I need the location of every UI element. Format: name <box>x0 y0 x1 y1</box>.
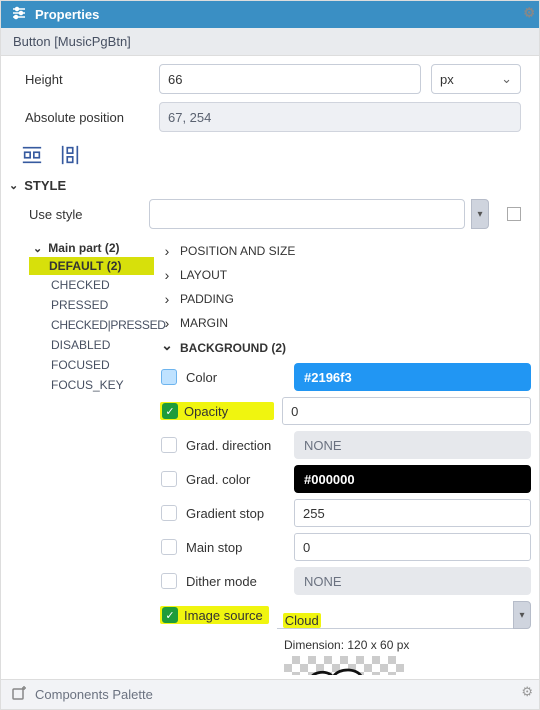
align-distribute-horizontal-icon[interactable] <box>19 142 45 168</box>
bg-grad-direction-value[interactable]: NONE <box>294 431 531 459</box>
height-unit-value: px <box>440 72 454 87</box>
image-preview <box>284 656 404 675</box>
chevron-right-icon <box>160 243 174 259</box>
bg-gradient-stop-checkbox[interactable] <box>161 505 177 521</box>
tree-default[interactable]: DEFAULT (2) <box>29 257 154 275</box>
bg-image-source-checkbox[interactable]: ✓ <box>162 607 178 623</box>
group-label: PADDING <box>180 292 234 306</box>
chevron-down-icon <box>160 339 174 356</box>
bg-grad-direction-text: NONE <box>304 438 342 453</box>
object-identifier: Button [MusicPgBtn] <box>1 28 539 56</box>
bg-dither-mode-value[interactable]: NONE <box>294 567 531 595</box>
group-padding[interactable]: PADDING <box>160 287 531 311</box>
bg-opacity-label: Opacity <box>184 404 268 419</box>
use-style-checkbox[interactable] <box>507 207 521 221</box>
absolute-position-value <box>159 102 521 132</box>
use-style-select[interactable] <box>149 199 465 229</box>
components-palette-label: Components Palette <box>35 687 153 702</box>
bg-main-stop-input[interactable] <box>294 533 531 561</box>
add-component-icon <box>11 685 27 704</box>
absolute-position-label: Absolute position <box>19 110 149 125</box>
sliders-icon <box>11 5 27 24</box>
group-layout[interactable]: LAYOUT <box>160 263 531 287</box>
chevron-right-icon <box>160 291 174 307</box>
bg-dither-mode-checkbox[interactable] <box>161 573 177 589</box>
bg-image-source-label: Image source <box>184 608 263 623</box>
bg-image-source-value: Cloud <box>283 613 321 628</box>
bg-color-label: Color <box>186 370 286 385</box>
bg-gradient-stop-label: Gradient stop <box>186 506 286 521</box>
style-section-label: STYLE <box>24 178 66 193</box>
bg-main-stop-checkbox[interactable] <box>161 539 177 555</box>
bg-grad-direction-label: Grad. direction <box>186 438 286 453</box>
panel-title: Properties <box>35 7 99 22</box>
style-parts-tree: ⌄ Main part (2) DEFAULT (2) CHECKED PRES… <box>19 239 154 675</box>
properties-panel-header: Properties ⚙ <box>1 1 539 28</box>
bg-grad-color-text: #000000 <box>304 472 355 487</box>
align-distribute-vertical-icon[interactable] <box>57 142 83 168</box>
tree-state-focused[interactable]: FOCUSED <box>29 355 154 375</box>
bg-color-text: #2196f3 <box>304 370 352 385</box>
panel-settings-icon[interactable]: ⚙ <box>523 5 535 21</box>
group-label: MARGIN <box>180 316 228 330</box>
height-unit-select[interactable]: px ⌄ <box>431 64 521 94</box>
layout-toolbar <box>1 140 539 176</box>
tree-main-part-label: Main part (2) <box>48 241 119 255</box>
bg-opacity-input[interactable] <box>282 397 531 425</box>
bg-opacity-checkbox[interactable]: ✓ <box>162 403 178 419</box>
image-dimension-label: Dimension: 120 x 60 px <box>160 632 531 656</box>
bg-color-value[interactable]: #2196f3 <box>294 363 531 391</box>
bg-grad-color-label: Grad. color <box>186 472 286 487</box>
tree-main-part[interactable]: ⌄ Main part (2) <box>29 239 154 257</box>
panel-settings-icon[interactable]: ⚙ <box>521 684 533 700</box>
group-label: LAYOUT <box>180 268 227 282</box>
chevron-down-icon: ⌄ <box>33 242 42 255</box>
bg-color-checkbox[interactable] <box>161 369 177 385</box>
chevron-down-icon: ⌄ <box>9 179 18 192</box>
group-label: POSITION AND SIZE <box>180 244 295 258</box>
bg-main-stop-label: Main stop <box>186 540 286 555</box>
height-label: Height <box>19 72 149 87</box>
chevron-right-icon <box>160 267 174 283</box>
bg-dither-mode-label: Dither mode <box>186 574 286 589</box>
group-label: BACKGROUND (2) <box>180 341 286 355</box>
height-input[interactable] <box>159 64 421 94</box>
group-background[interactable]: BACKGROUND (2) <box>160 335 531 360</box>
bg-image-source-dropdown-button[interactable]: ▾ <box>513 601 531 629</box>
style-section-header[interactable]: ⌄ STYLE <box>1 176 539 197</box>
tree-state-focus-key[interactable]: FOCUS_KEY <box>29 375 154 395</box>
bg-image-source-select[interactable]: Cloud <box>277 601 517 629</box>
bg-grad-direction-checkbox[interactable] <box>161 437 177 453</box>
tree-state-checkedpressed[interactable]: CHECKED|PRESSED <box>29 315 154 335</box>
tree-state-disabled[interactable]: DISABLED <box>29 335 154 355</box>
bg-grad-color-value[interactable]: #000000 <box>294 465 531 493</box>
tree-state-checked[interactable]: CHECKED <box>29 275 154 295</box>
tree-default-label: DEFAULT (2) <box>49 259 121 273</box>
components-palette-footer[interactable]: Components Palette ⚙ <box>1 679 539 709</box>
group-margin[interactable]: MARGIN <box>160 311 531 335</box>
chevron-right-icon <box>160 315 174 331</box>
bg-gradient-stop-input[interactable] <box>294 499 531 527</box>
bg-dither-mode-text: NONE <box>304 574 342 589</box>
tree-state-pressed[interactable]: PRESSED <box>29 295 154 315</box>
use-style-label: Use style <box>29 207 139 222</box>
group-position-and-size[interactable]: POSITION AND SIZE <box>160 239 531 263</box>
bg-grad-color-checkbox[interactable] <box>161 471 177 487</box>
use-style-dropdown-button[interactable]: ▾ <box>471 199 489 229</box>
chevron-down-icon: ⌄ <box>501 71 512 87</box>
